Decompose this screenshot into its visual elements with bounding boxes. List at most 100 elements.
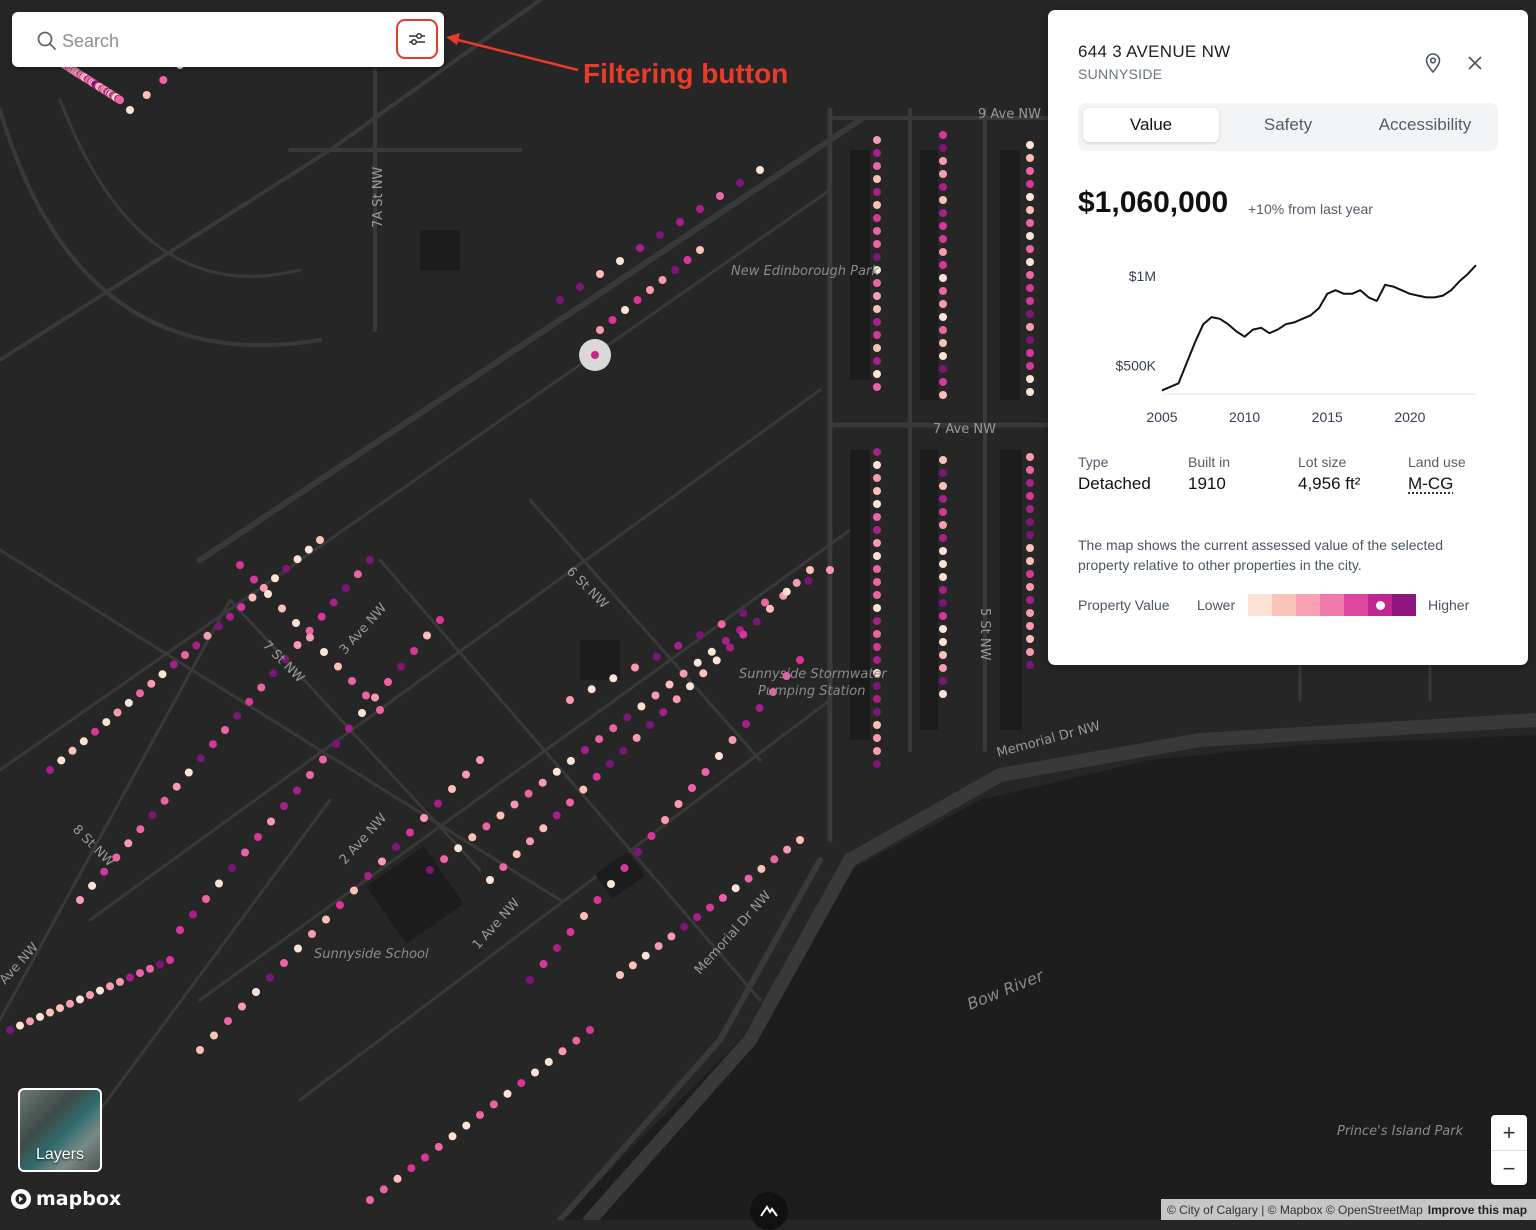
property-dot[interactable]: [1026, 375, 1034, 383]
property-dot[interactable]: [435, 1143, 443, 1151]
property-dot[interactable]: [634, 848, 642, 856]
property-dot[interactable]: [1026, 271, 1034, 279]
property-dot[interactable]: [210, 1032, 218, 1040]
property-dot[interactable]: [621, 306, 629, 314]
property-dot[interactable]: [939, 690, 947, 698]
property-dot[interactable]: [873, 331, 881, 339]
property-dot[interactable]: [783, 588, 791, 596]
property-dot[interactable]: [796, 656, 804, 664]
property-dot[interactable]: [1026, 141, 1034, 149]
property-dot[interactable]: [596, 326, 604, 334]
property-dot[interactable]: [80, 737, 88, 745]
property-dot[interactable]: [939, 521, 947, 529]
property-dot[interactable]: [595, 735, 603, 743]
property-dot[interactable]: [642, 952, 650, 960]
property-dot[interactable]: [426, 866, 434, 874]
property-dot[interactable]: [114, 709, 122, 717]
property-dot[interactable]: [1026, 596, 1034, 604]
property-dot[interactable]: [146, 965, 154, 973]
property-dot[interactable]: [873, 357, 881, 365]
property-dot[interactable]: [380, 1185, 388, 1193]
mapbox-logo[interactable]: mapbox: [10, 1188, 121, 1210]
property-dot[interactable]: [939, 547, 947, 555]
property-dot[interactable]: [873, 149, 881, 157]
property-dot[interactable]: [593, 773, 601, 781]
property-dot[interactable]: [873, 383, 881, 391]
property-dot[interactable]: [86, 991, 94, 999]
property-dot[interactable]: [939, 209, 947, 217]
property-dot[interactable]: [770, 855, 778, 863]
property-dot[interactable]: [316, 536, 324, 544]
property-dot[interactable]: [729, 736, 737, 744]
property-dot[interactable]: [249, 594, 257, 602]
property-dot[interactable]: [173, 783, 181, 791]
property-dot[interactable]: [873, 708, 881, 716]
property-dot[interactable]: [517, 1079, 525, 1087]
property-dot[interactable]: [36, 1013, 44, 1021]
property-dot[interactable]: [873, 279, 881, 287]
property-dot[interactable]: [566, 799, 574, 807]
property-dot[interactable]: [1026, 635, 1034, 643]
property-dot[interactable]: [209, 740, 217, 748]
property-dot[interactable]: [939, 508, 947, 516]
property-dot[interactable]: [873, 656, 881, 664]
property-dot[interactable]: [1026, 531, 1034, 539]
property-dot[interactable]: [1026, 466, 1034, 474]
property-dot[interactable]: [567, 928, 575, 936]
property-dot[interactable]: [708, 648, 716, 656]
property-dot[interactable]: [586, 1026, 594, 1034]
property-dot[interactable]: [306, 771, 314, 779]
property-dot[interactable]: [482, 822, 490, 830]
property-dot[interactable]: [1026, 362, 1034, 370]
property-dot[interactable]: [646, 721, 654, 729]
property-dot[interactable]: [6, 1026, 14, 1034]
property-dot[interactable]: [181, 651, 189, 659]
property-dot[interactable]: [873, 175, 881, 183]
property-dot[interactable]: [1026, 323, 1034, 331]
property-dot[interactable]: [350, 887, 358, 895]
property-dot[interactable]: [197, 754, 205, 762]
property-dot[interactable]: [46, 766, 54, 774]
property-dot[interactable]: [556, 296, 564, 304]
property-dot[interactable]: [722, 637, 730, 645]
property-dot[interactable]: [621, 864, 629, 872]
property-dot[interactable]: [269, 669, 277, 677]
property-dot[interactable]: [633, 734, 641, 742]
property-dot[interactable]: [88, 882, 96, 890]
property-dot[interactable]: [873, 487, 881, 495]
property-dot[interactable]: [739, 631, 747, 639]
property-dot[interactable]: [553, 768, 561, 776]
property-dot[interactable]: [292, 619, 300, 627]
property-dot[interactable]: [873, 448, 881, 456]
property-dot[interactable]: [26, 1017, 34, 1025]
property-dot[interactable]: [873, 721, 881, 729]
property-dot[interactable]: [233, 712, 241, 720]
property-dot[interactable]: [675, 800, 683, 808]
property-dot[interactable]: [245, 698, 253, 706]
property-dot[interactable]: [215, 622, 223, 630]
property-dot[interactable]: [607, 880, 615, 888]
property-dot[interactable]: [783, 846, 791, 854]
property-dot[interactable]: [696, 246, 704, 254]
property-dot[interactable]: [1026, 544, 1034, 552]
property-dot[interactable]: [305, 546, 313, 554]
property-dot[interactable]: [623, 713, 631, 721]
property-dot[interactable]: [69, 747, 77, 755]
property-dot[interactable]: [572, 1037, 580, 1045]
property-dot[interactable]: [1026, 167, 1034, 175]
property-dot[interactable]: [796, 836, 804, 844]
property-dot[interactable]: [1026, 297, 1034, 305]
property-dot[interactable]: [873, 162, 881, 170]
close-button[interactable]: [1462, 50, 1488, 76]
property-dot[interactable]: [656, 231, 664, 239]
property-dot[interactable]: [680, 670, 688, 678]
property-dot[interactable]: [666, 681, 674, 689]
property-dot[interactable]: [143, 91, 151, 99]
property-dot[interactable]: [873, 604, 881, 612]
property-dot[interactable]: [410, 647, 418, 655]
property-dot[interactable]: [1026, 570, 1034, 578]
property-dot[interactable]: [939, 144, 947, 152]
property-dot[interactable]: [336, 901, 344, 909]
property-dot[interactable]: [420, 814, 428, 822]
property-dot[interactable]: [939, 378, 947, 386]
